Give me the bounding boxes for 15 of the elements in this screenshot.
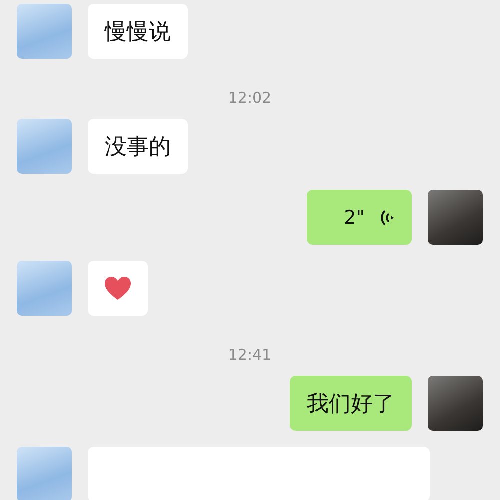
timestamp: 12:02 — [228, 89, 272, 107]
sound-wave-icon — [379, 208, 395, 228]
timestamp: 12:41 — [228, 346, 272, 364]
avatar-photo-placeholder[interactable] — [428, 190, 483, 245]
avatar-photo-placeholder[interactable] — [17, 4, 72, 59]
avatar-photo-placeholder[interactable] — [17, 261, 72, 316]
message-bubble: 我们好了 — [290, 376, 412, 431]
message-bubble: 没事的 — [88, 119, 188, 174]
avatar-photo-placeholder[interactable] — [17, 119, 72, 174]
heart-icon — [104, 276, 132, 302]
message-bubble: 慢慢说 — [88, 4, 188, 59]
voice-duration: 2" — [344, 206, 365, 228]
voice-message-bubble[interactable]: 2" — [307, 190, 412, 245]
avatar-photo-placeholder[interactable] — [17, 447, 72, 500]
avatar-photo-placeholder[interactable] — [428, 376, 483, 431]
